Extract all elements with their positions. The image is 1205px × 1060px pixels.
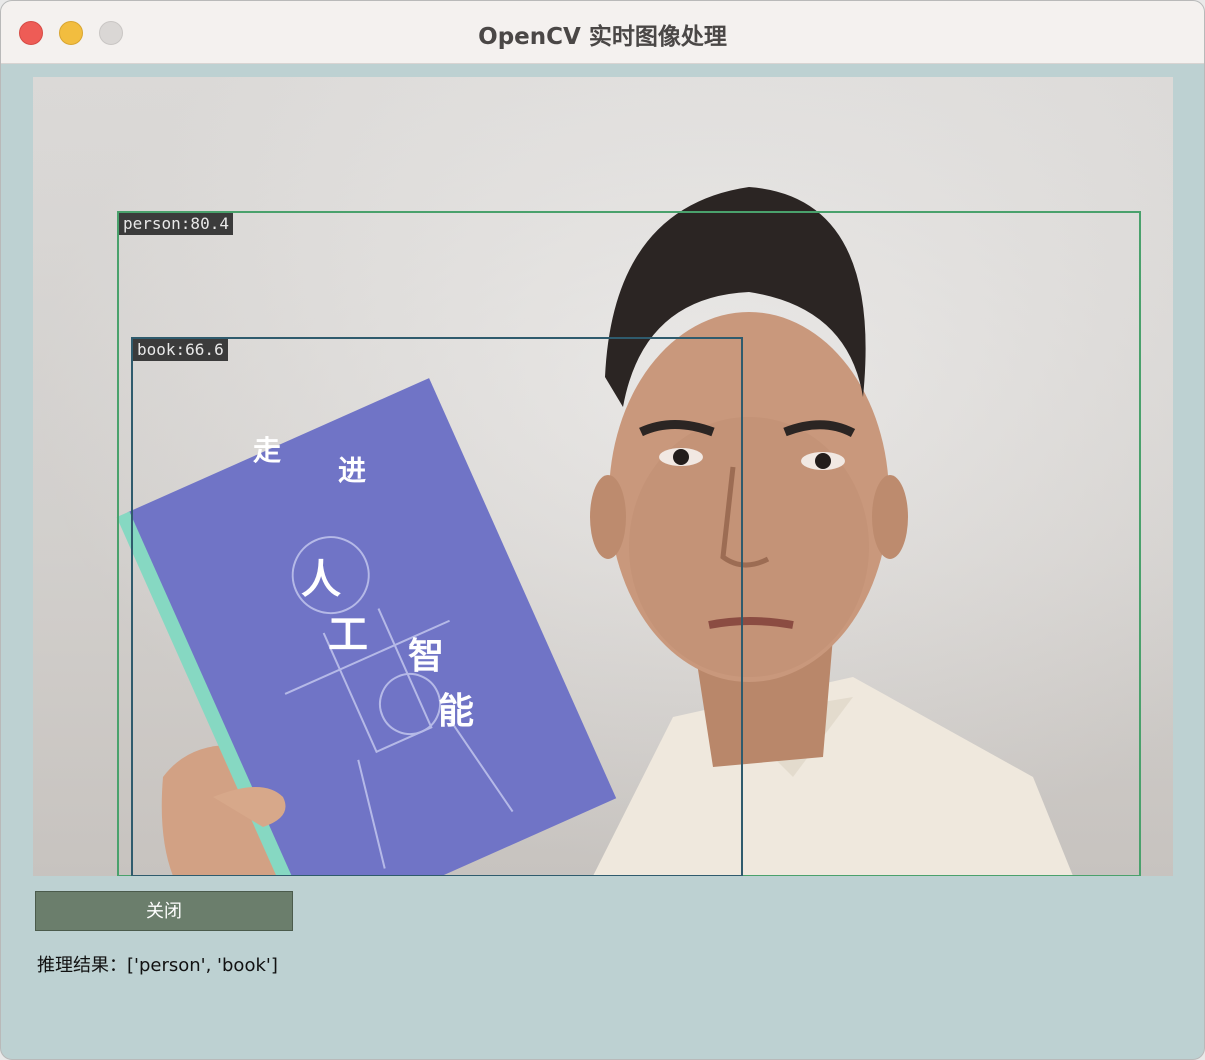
- video-frame: 走 进 人 工 智 能 person:80.4 book:66.6: [33, 77, 1173, 876]
- detection-label-book: book:66.6: [133, 339, 228, 361]
- detection-label-person: person:80.4: [119, 213, 233, 235]
- inference-result: 推理结果：['person', 'book']: [37, 955, 278, 976]
- close-button[interactable]: 关闭: [35, 891, 293, 931]
- detection-box-book: book:66.6: [131, 337, 743, 876]
- app-window: OpenCV 实时图像处理 走 进 人 工 智 能 person:80.4 bo…: [0, 0, 1205, 1060]
- title-bar: OpenCV 实时图像处理: [1, 1, 1204, 64]
- window-title: OpenCV 实时图像处理: [478, 24, 727, 50]
